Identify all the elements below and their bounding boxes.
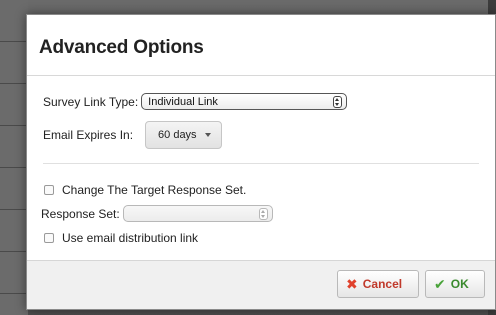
use-email-distribution-label: Use email distribution link bbox=[62, 231, 199, 245]
checkmark-icon: ✔ bbox=[434, 276, 446, 292]
cancel-button[interactable]: ✖ Cancel bbox=[337, 270, 419, 298]
email-expires-row: Email Expires In: 60 days bbox=[43, 121, 222, 149]
change-target-checkbox[interactable] bbox=[44, 185, 54, 195]
up-down-stepper-icon bbox=[333, 95, 343, 108]
email-expires-dropdown[interactable]: 60 days bbox=[145, 121, 222, 149]
change-target-row: Change The Target Response Set. bbox=[43, 183, 246, 197]
ok-button[interactable]: ✔ OK bbox=[425, 270, 485, 298]
dialog-title: Advanced Options bbox=[39, 37, 204, 58]
dialog-header: Advanced Options bbox=[27, 15, 495, 76]
survey-link-type-select[interactable]: Individual Link bbox=[141, 93, 348, 110]
email-expires-label: Email Expires In: bbox=[43, 128, 134, 142]
survey-link-type-row: Survey Link Type: Individual Link bbox=[43, 93, 348, 110]
x-icon: ✖ bbox=[346, 276, 358, 292]
response-set-label: Response Set: bbox=[41, 206, 120, 221]
response-set-row: Response Set: bbox=[41, 205, 273, 222]
cancel-button-label: Cancel bbox=[362, 277, 403, 291]
use-email-distribution-checkbox[interactable] bbox=[44, 233, 54, 243]
caret-down-icon bbox=[204, 133, 211, 137]
up-down-stepper-icon bbox=[258, 207, 268, 220]
response-set-select[interactable] bbox=[122, 205, 273, 222]
dialog-footer: ✖ Cancel ✔ OK bbox=[27, 260, 495, 309]
survey-link-type-value: Individual Link bbox=[148, 95, 218, 108]
change-target-label: Change The Target Response Set. bbox=[62, 183, 247, 197]
advanced-options-dialog: Advanced Options Survey Link Type: Indiv… bbox=[26, 14, 496, 310]
use-email-distribution-row: Use email distribution link bbox=[43, 231, 198, 245]
survey-link-type-label: Survey Link Type: bbox=[43, 94, 139, 109]
ok-button-label: OK bbox=[450, 277, 469, 291]
email-expires-value: 60 days bbox=[158, 129, 197, 141]
section-divider bbox=[43, 163, 479, 164]
background-list-edge bbox=[0, 0, 28, 315]
